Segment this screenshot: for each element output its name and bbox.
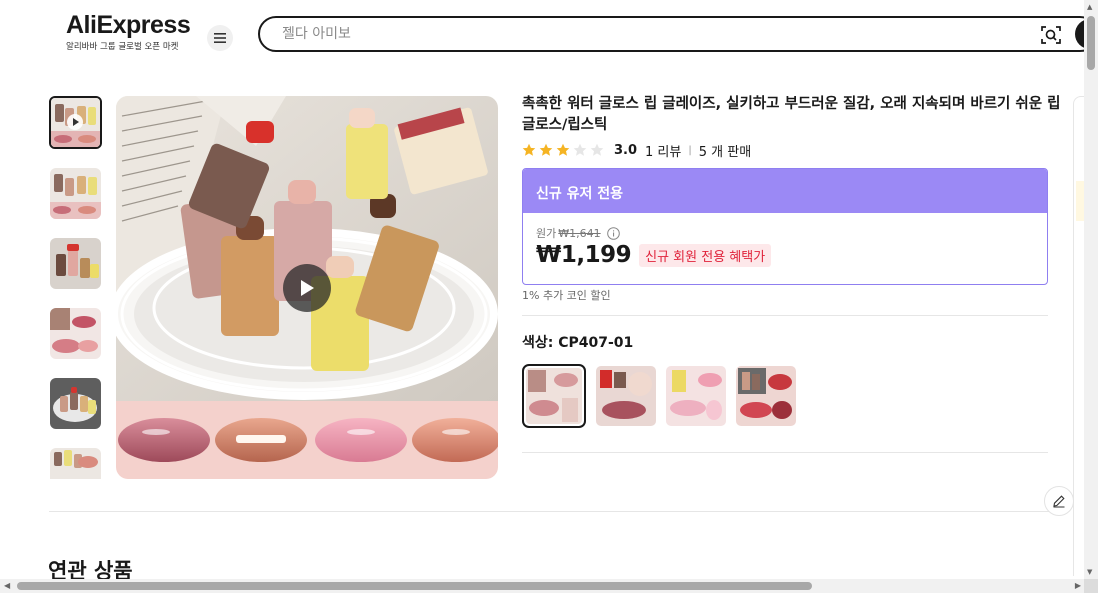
promo-header: 신규 유저 전용 [523, 169, 1047, 213]
horizontal-scrollbar[interactable]: ◀ ▶ [0, 579, 1084, 593]
sold-count: 5 개 판매 [698, 144, 752, 160]
star-empty-icon [573, 143, 587, 156]
divider [522, 452, 1048, 453]
swatch-cp407-01[interactable] [522, 364, 586, 428]
swatch-cp407-03[interactable] [666, 366, 726, 426]
rating-score: 3.0 [614, 142, 638, 158]
play-icon [301, 280, 314, 296]
aliexpress-logo[interactable]: AliExpress 알리바바 그룹 글로벌 오픈 마켓 [66, 11, 191, 52]
coin-discount-note: 1% 추가 코인 할인 [522, 289, 611, 302]
thumbnail-6[interactable] [50, 448, 101, 479]
search-input[interactable] [282, 23, 882, 45]
horizontal-scroll-thumb[interactable] [17, 582, 812, 590]
right-side-panel [1073, 96, 1085, 576]
sale-price: ₩1,199 [536, 242, 632, 268]
logo-text: AliExpress [66, 11, 191, 39]
star-filled-icon [522, 143, 536, 156]
product-title: 촉촉한 워터 글로스 립 글레이즈, 실키하고 부드러운 질감, 오래 지속되며… [522, 96, 1061, 133]
original-price-label: 원가 [536, 227, 557, 240]
scrollbar-corner [1084, 579, 1098, 593]
scroll-down-icon[interactable]: ▼ [1087, 568, 1092, 576]
star-rating[interactable] [522, 143, 604, 157]
promo-tag: 신규 회원 전용 혜택가 [639, 243, 772, 267]
scroll-right-icon[interactable]: ▶ [1075, 581, 1081, 590]
product-main-image[interactable] [116, 96, 498, 479]
hamburger-icon [214, 33, 226, 43]
vertical-scroll-thumb[interactable] [1087, 16, 1095, 70]
original-price: ₩1,641 [558, 226, 601, 240]
swatch-cp407-02[interactable] [596, 366, 656, 426]
thumbnail-5[interactable] [50, 378, 101, 429]
thumbnail-list [49, 96, 103, 479]
logo-subtitle: 알리바바 그룹 글로벌 오픈 마켓 [66, 42, 179, 52]
info-icon[interactable] [606, 226, 620, 240]
review-count[interactable]: 1 리뷰 [645, 141, 681, 160]
play-video-button[interactable] [283, 264, 331, 312]
thumbnail-2[interactable] [50, 168, 101, 219]
swatch-cp407-04[interactable] [736, 366, 796, 426]
divider [522, 315, 1048, 316]
star-filled-icon [556, 143, 570, 156]
color-swatches [522, 364, 796, 428]
rating-row: 3.0 1 리뷰 | 5 개 판매 [522, 140, 751, 160]
vertical-scrollbar[interactable]: ▲ ▼ [1084, 0, 1098, 579]
thumbnail-3[interactable] [50, 238, 101, 289]
thumbnail-1[interactable] [49, 96, 102, 149]
scroll-left-icon[interactable]: ◀ [4, 581, 10, 590]
divider: | [688, 144, 692, 156]
scroll-up-icon[interactable]: ▲ [1087, 3, 1092, 11]
price-row: ₩1,199 신규 회원 전용 혜택가 [536, 242, 772, 268]
search-bar [258, 16, 1098, 52]
divider [49, 511, 1049, 512]
color-label: 색상: CP407-01 [522, 335, 634, 351]
thumbnail-4[interactable] [50, 308, 101, 359]
star-filled-icon [539, 143, 553, 156]
image-search-icon[interactable] [1040, 24, 1062, 46]
original-price-row: 원가 ₩1,641 [536, 225, 620, 241]
pencil-icon [1053, 495, 1065, 508]
product-page: AliExpress 알리바바 그룹 글로벌 오픈 마켓 젤다 아미보 촉촉한 … [0, 0, 1098, 593]
new-user-promo-box: 신규 유저 전용 원가 ₩1,641 ₩1,199 신규 회원 전용 혜택가 [522, 168, 1048, 285]
star-empty-icon [590, 143, 604, 156]
edit-feedback-button[interactable] [1044, 486, 1074, 516]
menu-button[interactable] [207, 25, 233, 51]
